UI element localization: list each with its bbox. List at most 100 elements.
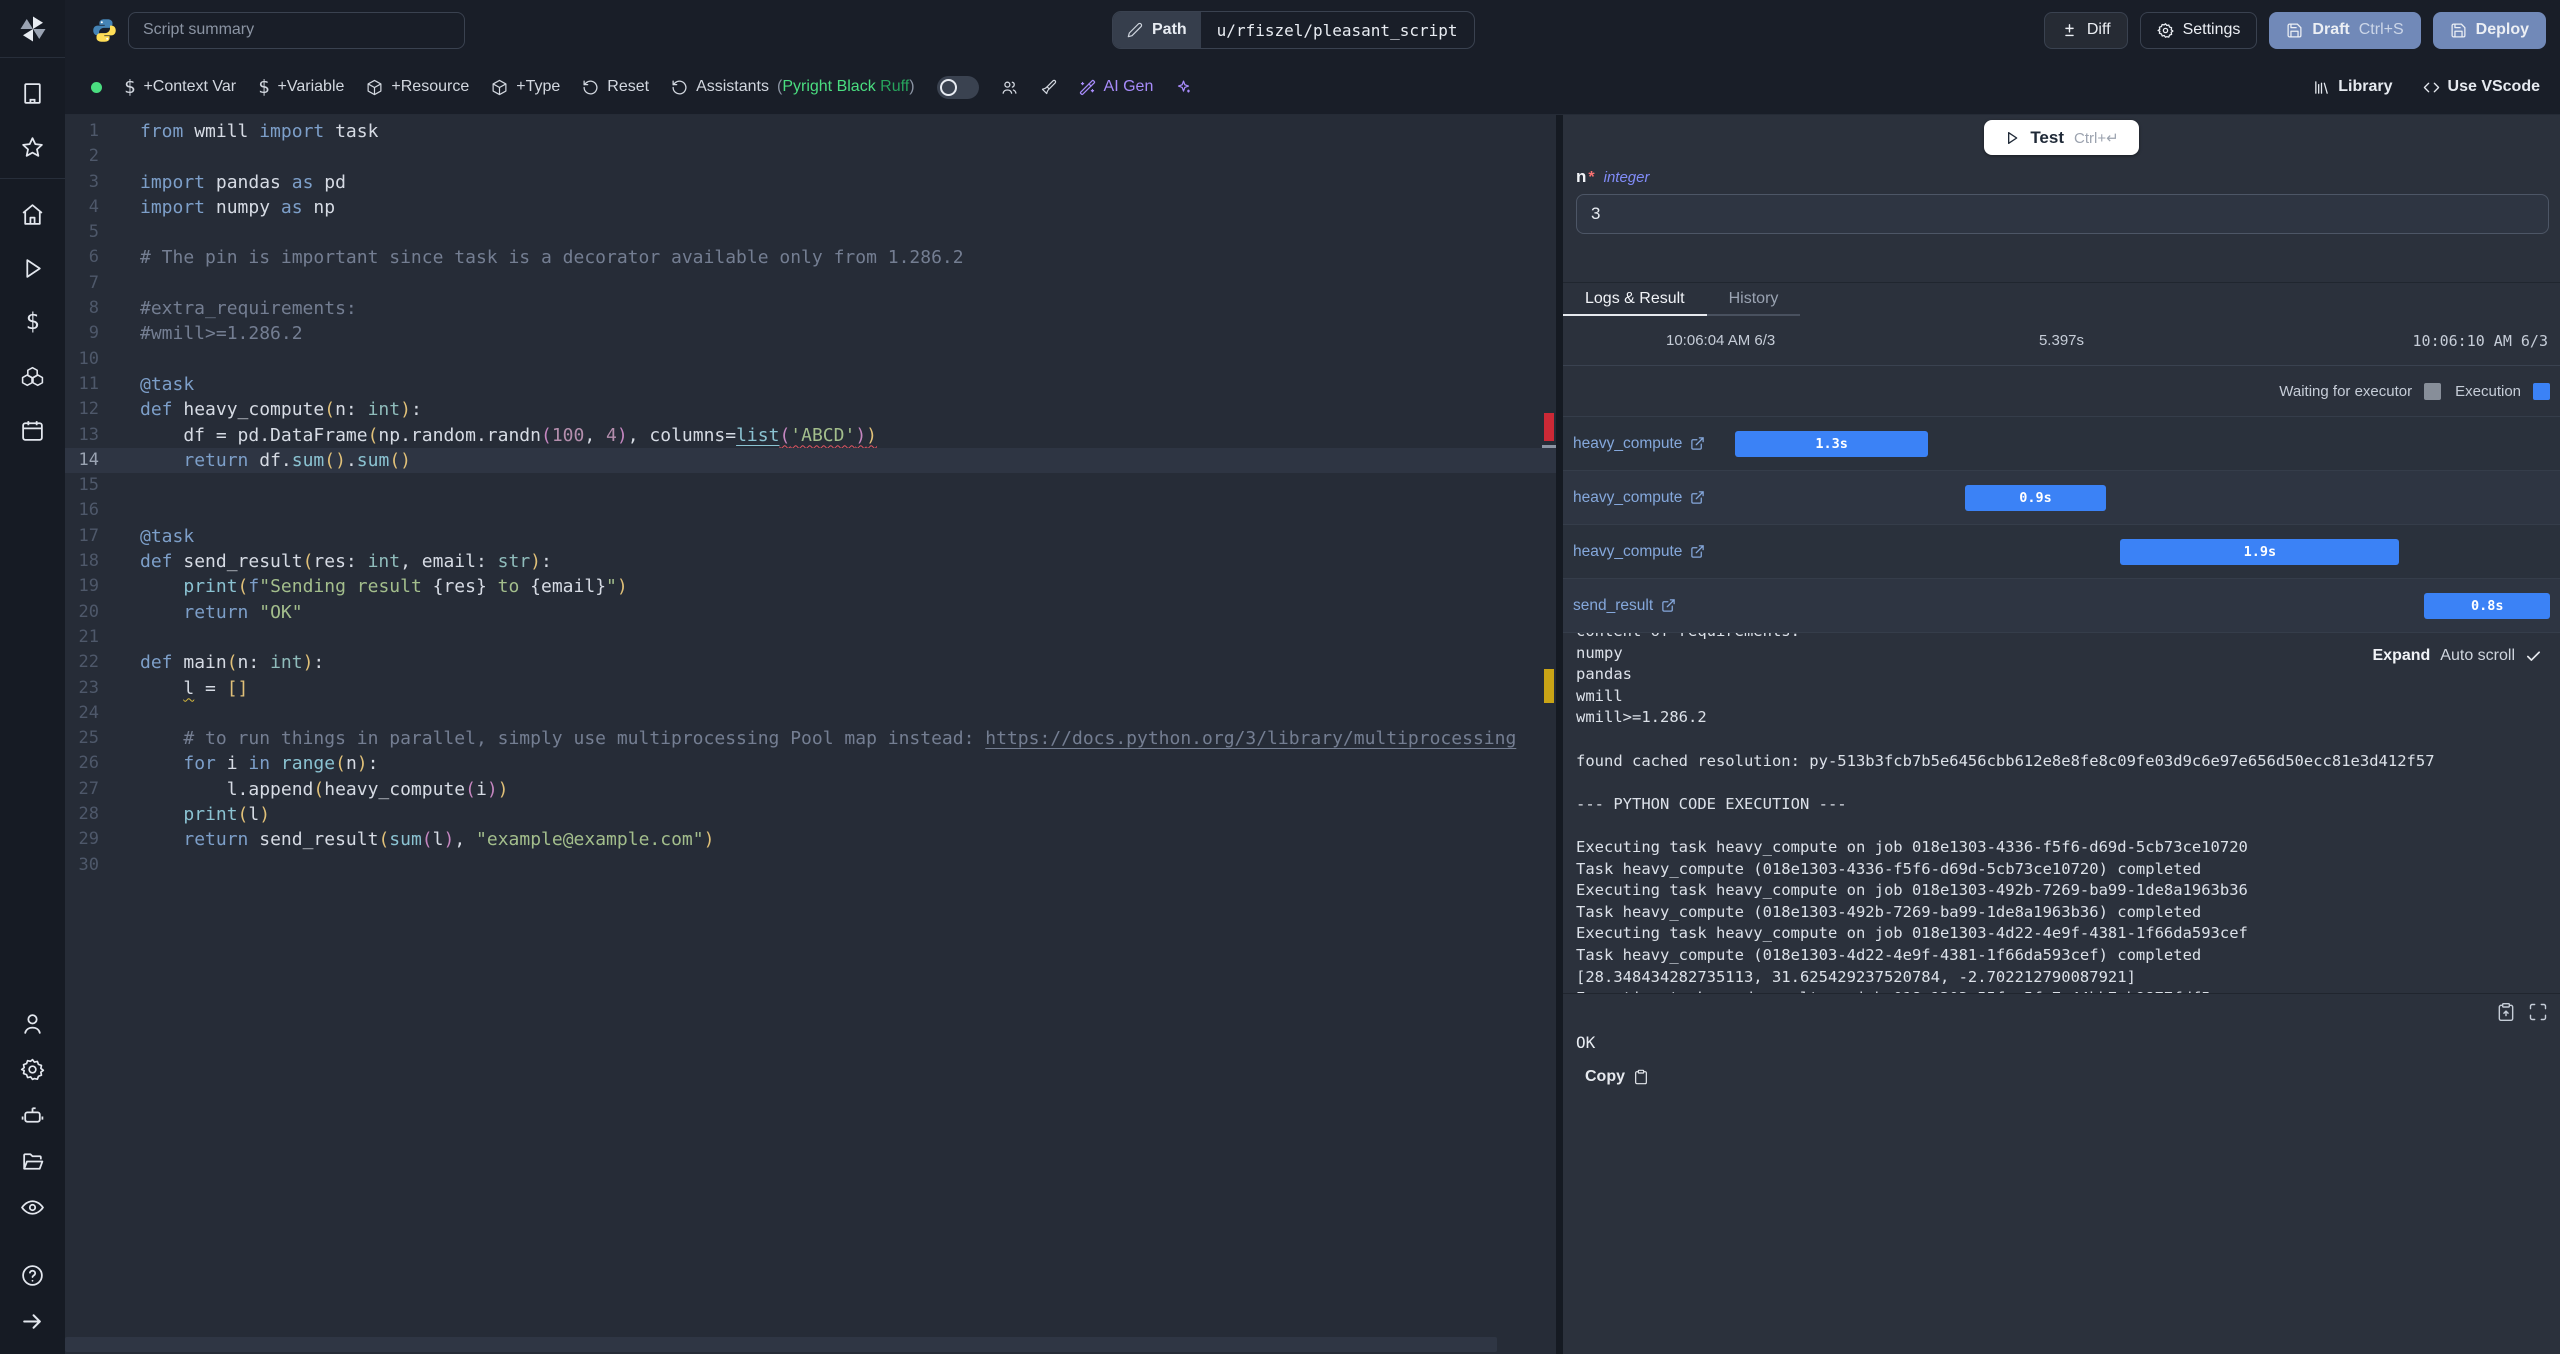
sidebar-item-variables[interactable]: $ <box>13 305 53 339</box>
code-line[interactable]: 18 def send_result(res: int, email: str): <box>65 549 1556 574</box>
test-button[interactable]: Test Ctrl+↵ <box>1984 120 2139 155</box>
sidebar-item-favorites[interactable] <box>13 130 53 164</box>
path-breadcrumb[interactable]: Path u/rfiszel/pleasant_script <box>1112 11 1475 49</box>
code-line[interactable]: 3 import pandas as pd <box>65 170 1556 195</box>
code-line[interactable]: 16 <box>65 498 1556 523</box>
result-toolbar <box>1563 993 2560 1029</box>
code-line[interactable]: 11 @task <box>65 372 1556 397</box>
assistants-button[interactable]: Assistants (Pyright Black Ruff) <box>671 78 915 96</box>
code-line[interactable]: 7 <box>65 271 1556 296</box>
code-line[interactable]: 20 return "OK" <box>65 600 1556 625</box>
code-line[interactable]: 8 #extra_requirements: <box>65 296 1556 321</box>
horizontal-scrollbar[interactable] <box>65 1337 1497 1352</box>
rotate-icon <box>672 79 687 95</box>
add-context-var-button[interactable]: $ +Context Var <box>124 76 236 98</box>
code-line[interactable]: 22 def main(n: int): <box>65 650 1556 675</box>
code-line[interactable]: 28 print(l) <box>65 802 1556 827</box>
code-line[interactable]: 17 @task <box>65 524 1556 549</box>
code-line[interactable]: 24 <box>65 701 1556 726</box>
vim-mode-toggle[interactable] <box>936 75 979 99</box>
timeline-row: heavy_compute 1.3s <box>1563 416 2560 470</box>
code-line[interactable]: 14 return df.sum().sum() <box>65 447 1556 474</box>
maximize-icon[interactable] <box>2528 1002 2548 1022</box>
windmill-logo[interactable] <box>0 0 65 58</box>
code-line[interactable]: 13 df = pd.DataFrame(np.random.randn(100… <box>65 423 1556 448</box>
code-line[interactable]: 27 l.append(heavy_compute(i)) <box>65 777 1556 802</box>
line-number: 8 <box>88 298 99 319</box>
code-line[interactable]: 6 # The pin is important since task is a … <box>65 245 1556 270</box>
code-line[interactable]: 23 l = [] <box>65 676 1556 701</box>
add-context-var-label: +Context Var <box>143 78 237 95</box>
arg-n-input[interactable] <box>1576 194 2549 234</box>
settings-button[interactable]: Settings <box>2139 11 2258 49</box>
tab-logs-result[interactable]: Logs & Result <box>1563 283 1707 316</box>
expand-logs-button[interactable]: Expand <box>2373 647 2431 665</box>
line-number: 2 <box>88 146 99 167</box>
execution-bar[interactable]: 1.3s <box>1735 431 1928 457</box>
sidebar-item-folders[interactable] <box>13 1144 53 1178</box>
sparkles-icon <box>1178 79 1191 92</box>
draft-button[interactable]: Draft Ctrl+S <box>2269 11 2421 49</box>
code-line[interactable]: 29 return send_result(sum(l), "example@e… <box>65 827 1556 852</box>
line-number: 9 <box>88 323 99 344</box>
sidebar-item-user[interactable] <box>13 1006 53 1040</box>
sidebar-item-resources[interactable] <box>13 359 53 393</box>
code-line[interactable]: 1 from wmill import task <box>65 119 1556 144</box>
clipboard-copy-icon[interactable] <box>2496 1002 2516 1022</box>
code-line[interactable]: 2 <box>65 144 1556 169</box>
code-editor[interactable]: 1 from wmill import task 2 3 import pandas a… <box>65 115 1556 1354</box>
add-resource-button[interactable]: +Resource <box>366 78 469 96</box>
execution-bar[interactable]: 0.8s <box>2424 593 2551 619</box>
reset-button[interactable]: Reset <box>582 78 649 96</box>
sidebar-item-runs[interactable] <box>13 251 53 285</box>
add-variable-button[interactable]: $ +Variable <box>258 76 344 98</box>
sparkles-button[interactable] <box>1175 79 1192 96</box>
job-link[interactable]: heavy_compute <box>1563 543 1705 561</box>
logs-pane[interactable]: content of requirements:numpypandaswmill… <box>1563 632 2560 993</box>
code-line[interactable]: 19 print(f"Sending result {res} to {emai… <box>65 574 1556 599</box>
copy-result-button[interactable]: Copy <box>1585 1068 1649 1086</box>
deploy-button[interactable]: Deploy <box>2432 11 2546 49</box>
add-type-button[interactable]: +Type <box>491 78 560 96</box>
code-line[interactable]: 12 def heavy_compute(n: int): <box>65 397 1556 422</box>
code-line[interactable]: 4 import numpy as np <box>65 195 1556 220</box>
use-vscode-button[interactable]: Use VScode <box>2423 78 2540 96</box>
code-line[interactable]: 10 <box>65 347 1556 372</box>
code-line[interactable]: 30 <box>65 853 1556 878</box>
code-line[interactable]: 21 <box>65 625 1556 650</box>
sidebar-item-settings[interactable] <box>13 1052 53 1086</box>
ai-gen-button[interactable]: AI Gen <box>1079 78 1154 96</box>
sidebar-item-workers[interactable] <box>13 1098 53 1132</box>
expand-sidebar-button[interactable] <box>13 1304 53 1338</box>
multiplayer-button[interactable] <box>1001 79 1018 96</box>
code-line[interactable]: 26 for i in range(n): <box>65 751 1556 776</box>
script-summary-input[interactable] <box>128 11 465 49</box>
test-row: Test Ctrl+↵ <box>1563 115 2560 155</box>
autoscroll-label[interactable]: Auto scroll <box>2440 647 2515 665</box>
sidebar-item-audit-logs[interactable] <box>13 1190 53 1224</box>
code-line[interactable]: 25 # to run things in parallel, simply u… <box>65 726 1556 751</box>
help-button[interactable] <box>13 1258 53 1292</box>
execution-bar[interactable]: 0.9s <box>1964 485 2107 511</box>
code-line[interactable]: 5 <box>65 220 1556 245</box>
log-line: wmill>=1.286.2 <box>1576 708 1707 727</box>
path-edit-segment[interactable]: Path <box>1113 12 1201 48</box>
sidebar-item-workspace[interactable] <box>13 76 53 110</box>
sidebar-item-home[interactable] <box>13 197 53 231</box>
code-line[interactable]: 9 #wmill>=1.286.2 <box>65 321 1556 346</box>
job-link[interactable]: heavy_compute <box>1563 435 1705 453</box>
legend-execution-label: Execution <box>2455 382 2521 400</box>
format-code-button[interactable] <box>1040 79 1057 96</box>
sidebar-item-schedules[interactable] <box>13 413 53 447</box>
toolbar-right: Library Use VScode <box>2313 78 2540 96</box>
tab-history[interactable]: History <box>1706 283 1801 316</box>
job-link[interactable]: send_result <box>1563 597 1676 615</box>
ai-gen-label: AI Gen <box>1103 78 1154 95</box>
execution-bar[interactable]: 1.9s <box>2120 539 2400 565</box>
code-line[interactable]: 15 <box>65 473 1556 498</box>
diff-button[interactable]: Diff <box>2043 11 2128 49</box>
panel-divider[interactable] <box>1556 115 1563 1354</box>
check-icon[interactable] <box>2525 648 2542 665</box>
library-button[interactable]: Library <box>2313 78 2393 96</box>
job-link[interactable]: heavy_compute <box>1563 489 1705 507</box>
